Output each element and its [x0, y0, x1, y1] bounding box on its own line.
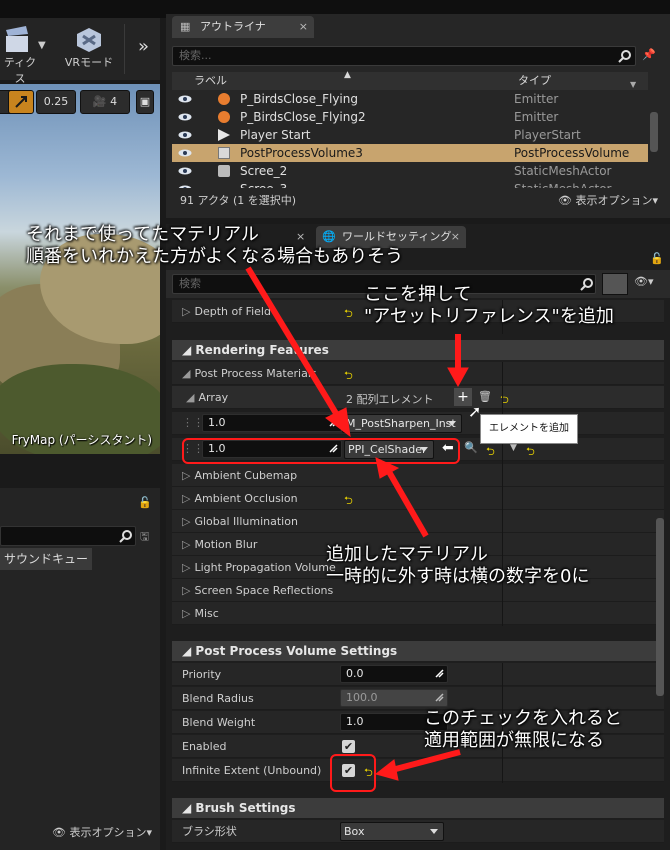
- annotation-arrow: [391, 749, 461, 773]
- annotation-note-4: このチェックを入れると 適用範囲が無限になる: [424, 708, 622, 752]
- note-line: 順番をいれかえた方がよくなる場合もありそう: [26, 246, 404, 267]
- note-line: それまで使ってたマテリアル: [26, 224, 259, 245]
- annotation-note-1: それまで使ってたマテリアル 順番をいれかえた方がよくなる場合もありそう: [26, 224, 403, 268]
- annotation-arrow: [385, 468, 429, 538]
- mouse-cursor-icon: ➚: [468, 402, 482, 421]
- note-line: ここを押して: [364, 284, 472, 305]
- note-line: 追加したマテリアル: [326, 544, 488, 565]
- highlight-box-checkbox: [330, 754, 376, 792]
- note-line: "アセットリファレンス"を追加: [364, 306, 614, 327]
- annotation-note-3: 追加したマテリアル 一時的に外す時は横の数字を0に: [326, 544, 589, 588]
- annotation-note-2: ここを押して "アセットリファレンス"を追加: [364, 284, 614, 328]
- highlight-box-element: [182, 438, 460, 464]
- annotation-arrow: [245, 266, 343, 422]
- note-line: このチェックを入れると: [424, 708, 622, 729]
- annotation-arrowhead: [447, 367, 469, 388]
- annotation-arrowhead: [374, 759, 399, 781]
- annotation-arrowhead: [325, 407, 351, 438]
- note-line: 一時的に外す時は横の数字を0に: [326, 566, 590, 587]
- add-element-tooltip: エレメントを追加: [480, 414, 578, 444]
- note-line: 適用範囲が無限になる: [424, 730, 604, 751]
